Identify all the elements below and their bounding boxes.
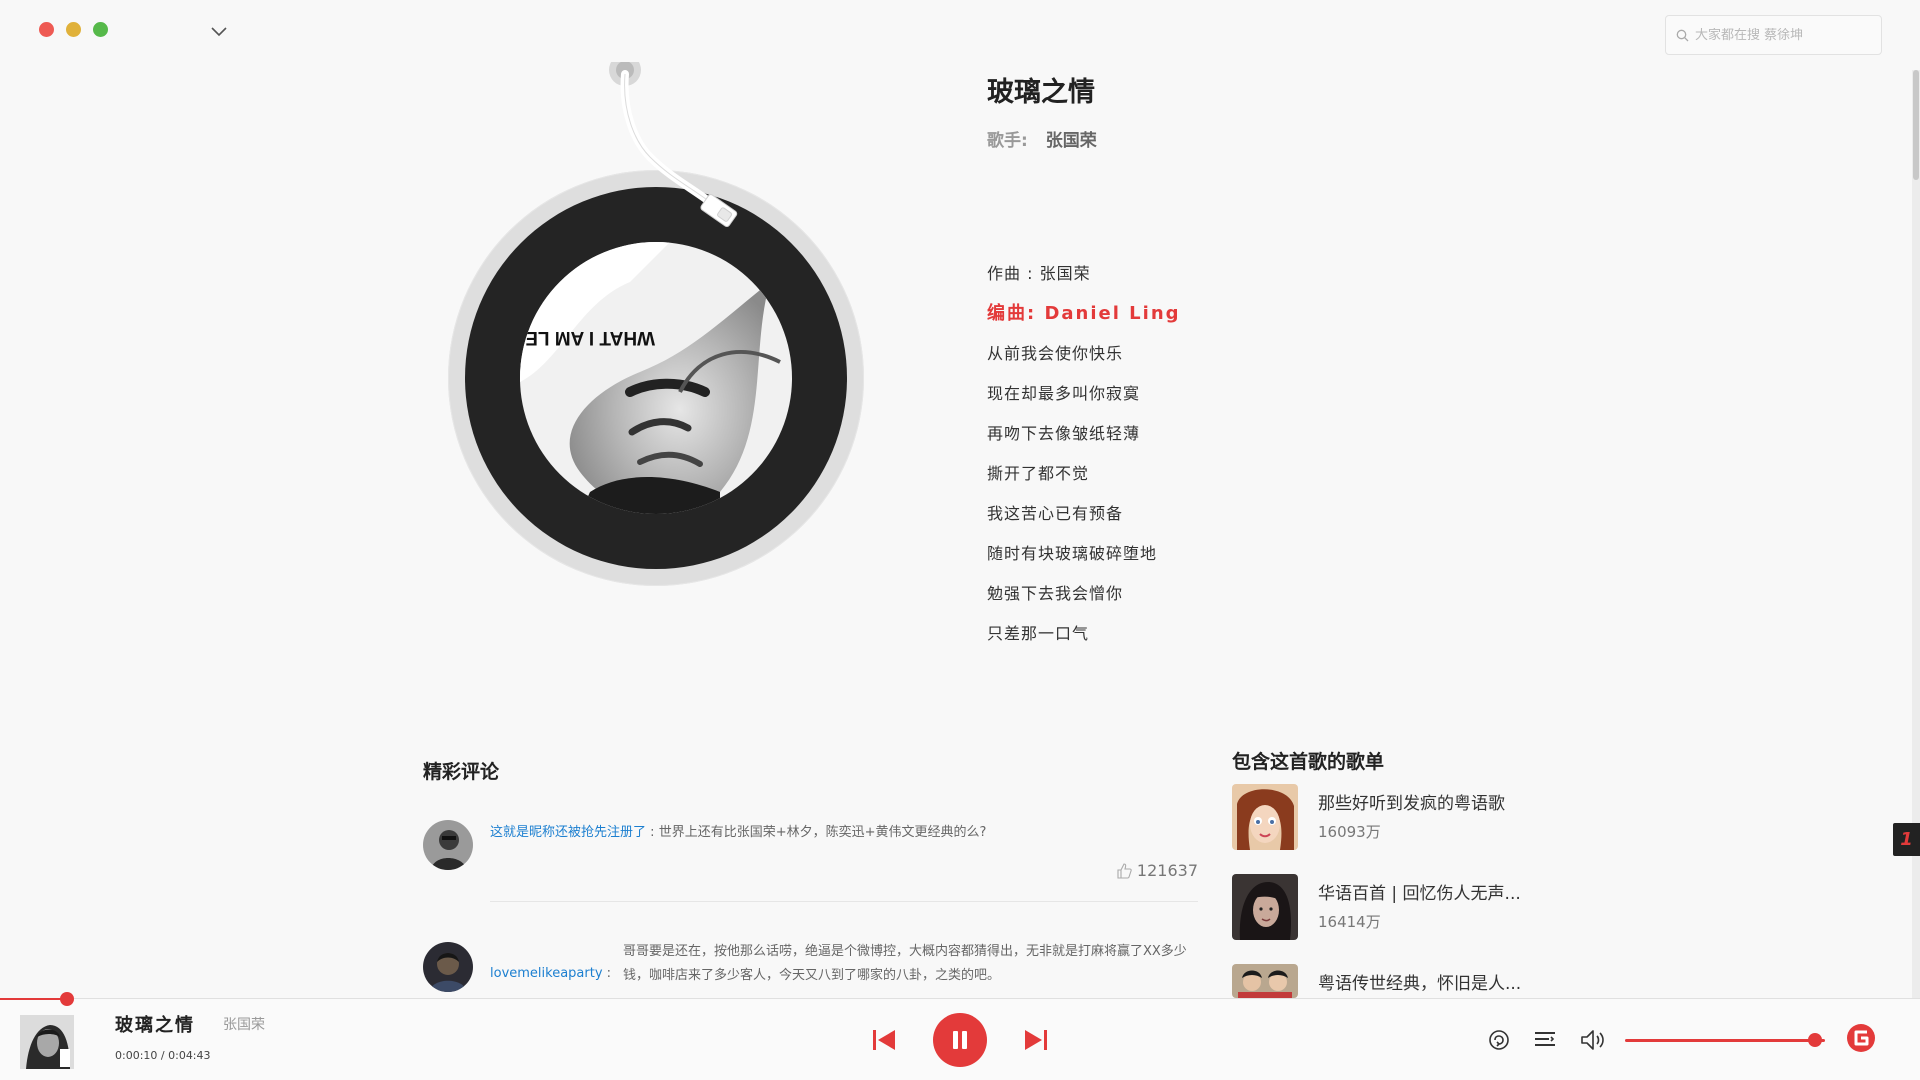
volume-slider[interactable] (1625, 1033, 1825, 1047)
lyrics-panel: 作曲 : 张国荣 编曲: Daniel Ling 从前我会使你快乐 现在却最多叫… (987, 254, 1181, 654)
comment-item: lovemelikeaparty : 哥哥要是还在，按他那么话唠，绝逼是个微博控… (423, 942, 1198, 1002)
total-time: 0:04:43 (168, 1049, 211, 1062)
thumbs-up-icon (1117, 862, 1132, 879)
window-controls (39, 22, 108, 37)
singer-label: 歌手: (987, 131, 1028, 151)
playlist-cover (1232, 874, 1298, 940)
album-cover-text: WHAT I AM LESLIE CHEUNG (520, 327, 655, 348)
minimize-window-button[interactable] (66, 22, 81, 37)
user-avatar[interactable] (423, 942, 473, 992)
previous-track-button[interactable] (868, 1024, 900, 1056)
comment-username-wrap: lovemelikeaparty : (490, 962, 611, 986)
user-avatar[interactable] (423, 820, 473, 870)
side-notification-badge[interactable]: 1 (1893, 823, 1920, 856)
search-box[interactable] (1665, 15, 1882, 55)
lyric-line: 我这苦心已有预备 (987, 504, 1124, 523)
volume-button[interactable] (1579, 1026, 1607, 1054)
app-logo-button[interactable] (1846, 1023, 1876, 1053)
singer-name-link[interactable]: 张国荣 (1046, 131, 1097, 151)
skip-previous-icon (873, 1030, 895, 1050)
playlist-cover (1232, 964, 1298, 998)
pause-button[interactable] (933, 1013, 987, 1067)
now-playing-artist[interactable]: 张国荣 (223, 1014, 265, 1034)
playlist-queue-button[interactable] (1531, 1026, 1559, 1054)
playlist-name[interactable]: 那些好听到发疯的粤语歌 (1318, 789, 1505, 814)
maximize-window-button[interactable] (93, 22, 108, 37)
now-playing-cover[interactable] (20, 1015, 74, 1069)
close-window-button[interactable] (39, 22, 54, 37)
lyric-line-active: 编曲: Daniel Ling (987, 303, 1181, 324)
comment-body: 这就是昵称还被抢先注册了 : 世界上还有比张国荣+林夕，陈奕迅+黄伟文更经典的么… (490, 821, 986, 845)
playlist-play-count: 16093万 (1318, 823, 1381, 841)
lyric-line: 勉强下去我会憎你 (987, 584, 1124, 603)
playback-time: 0:00:10 / 0:04:43 (115, 1049, 211, 1062)
netease-logo-icon (1847, 1024, 1875, 1052)
elapsed-time: 0:00:10 (115, 1049, 158, 1062)
now-playing-title: 玻璃之情 (115, 1015, 195, 1036)
progress-bar[interactable] (0, 998, 68, 1000)
skip-next-icon (1025, 1030, 1047, 1050)
lyric-line: 作曲 : 张国荣 (987, 264, 1091, 283)
comment-text: 哥哥要是还在，按他那么话唠，绝逼是个微博控，大概内容都猜得出，无非就是打麻将赢了… (623, 944, 1187, 983)
playlist-name[interactable]: 粤语传世经典，怀旧是人... (1318, 969, 1521, 994)
lyric-line: 从前我会使你快乐 (987, 344, 1124, 363)
tonearm (609, 62, 738, 228)
volume-icon (1581, 1030, 1604, 1050)
search-input[interactable] (1695, 27, 1875, 43)
chevron-down-icon[interactable] (210, 24, 228, 38)
comment-divider (490, 901, 1198, 902)
like-count: 121637 (1136, 861, 1198, 880)
song-title: 玻璃之情 (987, 77, 1095, 108)
playlist-play-count: 16414万 (1318, 913, 1381, 931)
lyric-line: 只差那一口气 (987, 624, 1090, 643)
lyric-line: 撕开了都不觉 (987, 464, 1090, 483)
lyric-line: 现在却最多叫你寂寞 (987, 384, 1141, 403)
player-bar: 玻璃之情 张国荣 0:00:10 / 0:04:43 (0, 992, 1920, 1080)
comment-item: 这就是昵称还被抢先注册了 : 世界上还有比张国荣+林夕，陈奕迅+黄伟文更经典的么… (423, 820, 1198, 902)
scrollbar-thumb[interactable] (1913, 70, 1919, 180)
comment-username[interactable]: lovemelikeaparty (490, 966, 603, 981)
progress-knob[interactable] (60, 992, 75, 1006)
volume-knob[interactable] (1808, 1033, 1822, 1047)
repeat-icon (1489, 1030, 1509, 1050)
playlist-cover (1232, 784, 1298, 850)
page-scrollbar[interactable] (1912, 70, 1920, 998)
singer-line: 歌手: 张国荣 (987, 126, 1097, 151)
playlist-name[interactable]: 华语百首 | 回忆伤人无声... (1318, 879, 1521, 904)
like-button[interactable]: 121637 (1116, 861, 1198, 880)
search-icon (1676, 29, 1689, 41)
side-badge-count: 1 (1900, 829, 1913, 850)
queue-list-icon (1535, 1032, 1555, 1046)
comment-separator: : (650, 825, 655, 840)
playlists-heading: 包含这首歌的歌单 (1232, 751, 1385, 773)
lyric-line: 随时有块玻璃破碎堕地 (987, 544, 1158, 563)
play-mode-button[interactable] (1485, 1026, 1513, 1054)
album-cover: WHAT I AM LESLIE CHEUNG (520, 242, 792, 514)
pause-icon (953, 1031, 967, 1049)
lyric-line: 再吻下去像皱纸轻薄 (987, 424, 1141, 443)
time-separator: / (157, 1049, 169, 1062)
comment-separator: : (606, 966, 612, 981)
comment-username[interactable]: 这就是昵称还被抢先注册了 (490, 825, 646, 840)
comments-heading: 精彩评论 (423, 761, 500, 783)
comment-text: 世界上还有比张国荣+林夕，陈奕迅+黄伟文更经典的么? (658, 825, 987, 840)
next-track-button[interactable] (1020, 1024, 1052, 1056)
